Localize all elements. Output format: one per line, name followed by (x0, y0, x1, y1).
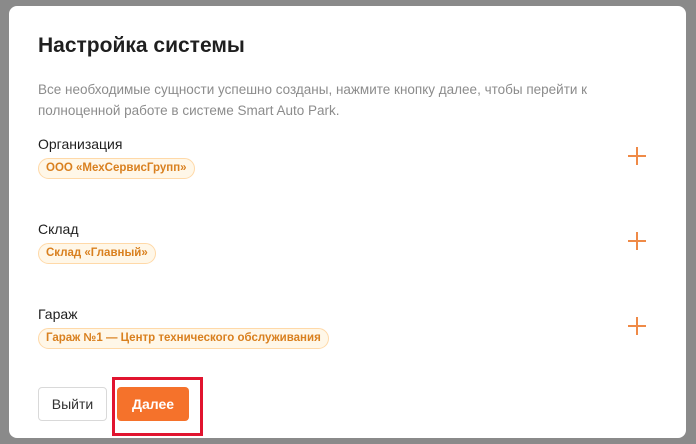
section-label-organization: Организация (38, 136, 123, 152)
section-label-warehouse: Склад (38, 221, 79, 237)
section-label-garage: Гараж (38, 306, 78, 322)
section-organization: Организация ООО «МехСервисГрупп» (38, 136, 648, 196)
organization-tag[interactable]: ООО «МехСервисГрупп» (38, 158, 195, 179)
garage-tag[interactable]: Гараж №1 — Центр технического обслуживан… (38, 328, 329, 349)
add-organization-plus-icon[interactable] (628, 146, 648, 166)
dialog-description: Все необходимые сущности успешно созданы… (38, 82, 588, 118)
exit-button[interactable]: Выйти (38, 387, 107, 421)
dialog-title: Настройка системы (38, 34, 245, 57)
section-garage: Гараж Гараж №1 — Центр технического обсл… (38, 306, 648, 366)
warehouse-tag[interactable]: Склад «Главный» (38, 243, 156, 264)
setup-dialog: Настройка системы Все необходимые сущнос… (9, 6, 686, 438)
add-warehouse-plus-icon[interactable] (628, 231, 648, 251)
section-warehouse: Склад Склад «Главный» (38, 221, 648, 281)
add-garage-plus-icon[interactable] (628, 316, 648, 336)
next-button[interactable]: Далее (117, 387, 189, 421)
